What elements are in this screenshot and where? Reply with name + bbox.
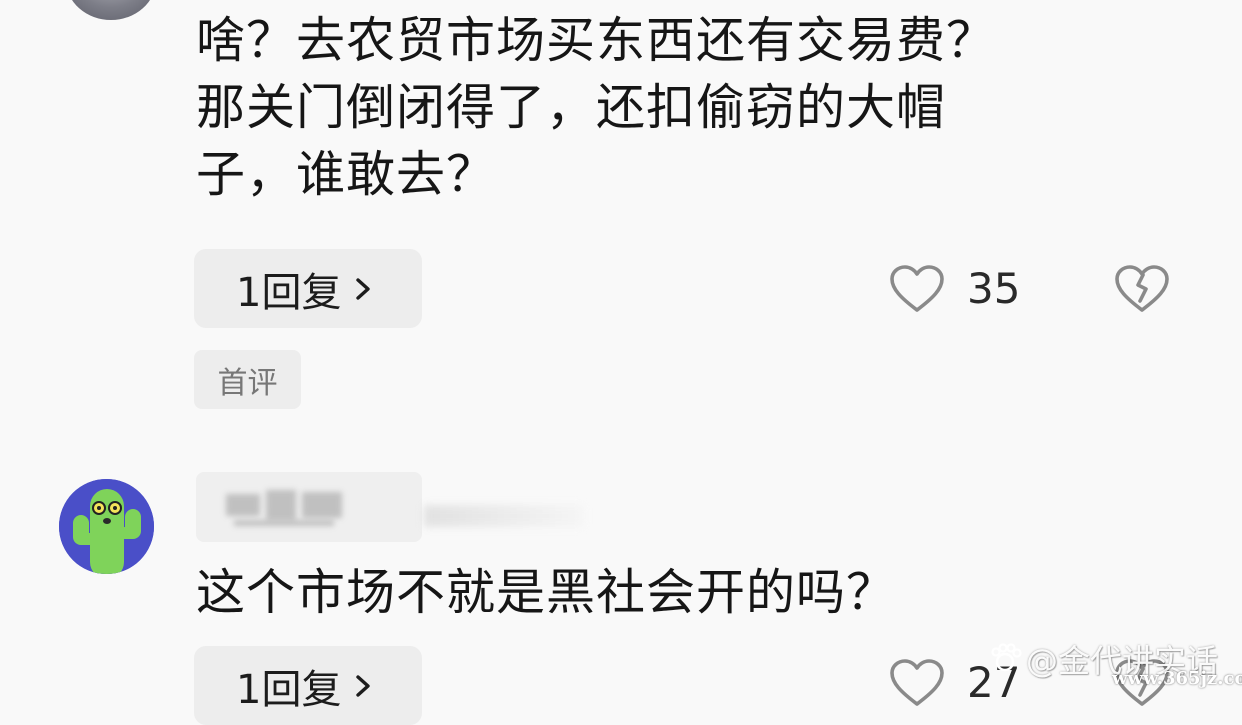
reply-label: 1回复 [236,269,342,316]
watermark-url: www.365jz.com [1112,668,1242,689]
cactus-avatar-icon [59,479,154,574]
avatar[interactable] [66,0,156,20]
heart-outline-icon[interactable] [889,264,945,314]
reply-label: 1回复 [236,666,342,713]
username-redacted [196,472,422,542]
heart-outline-icon[interactable] [889,658,945,708]
comment-text: 这个市场不就是黑社会开的吗？ [196,559,1156,626]
username-ghost [424,505,584,527]
reply-button[interactable]: 1回复 [194,646,422,725]
paw-logo-icon [991,643,1022,672]
broken-heart-icon[interactable] [1114,264,1170,314]
first-comment-badge: 首评 [194,350,301,409]
comment-line: 那关门倒闭得了，还扣偷窃的大帽 [196,79,947,136]
comment-line: 这个市场不就是黑社会开的吗？ [196,564,897,621]
comment-line: 子，谁敢去？ [196,146,497,203]
chevron-right-icon [356,277,371,300]
chevron-right-icon [356,674,371,697]
comment-line: 啥？去农贸市场买东西还有交易费？ [196,12,997,69]
comment-text: 啥？去农贸市场买东西还有交易费？ 那关门倒闭得了，还扣偷窃的大帽 子，谁敢去？ [196,7,1156,208]
avatar[interactable] [59,479,154,574]
reply-button[interactable]: 1回复 [194,249,422,328]
like-count: 35 [967,264,1021,313]
